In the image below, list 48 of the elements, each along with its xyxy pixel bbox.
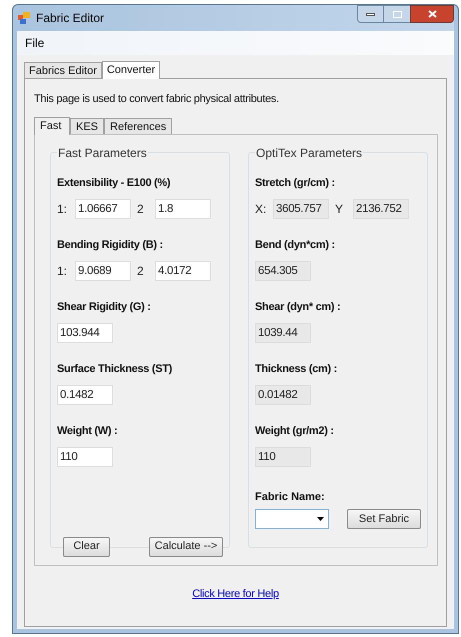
window-title: Fabric Editor [36, 10, 104, 27]
tab[interactable]: References [104, 118, 172, 134]
minimize-button[interactable] [357, 5, 384, 23]
field-label: Thickness (cm) : [255, 362, 338, 376]
help-link[interactable]: Click Here for Help [192, 586, 279, 602]
field-prefix: 1: [57, 262, 68, 280]
field-label: Weight (W) : [57, 424, 118, 438]
field-label: Shear (dyn* cm) : [255, 300, 342, 314]
field-prefix: X: [255, 200, 267, 218]
field-label: Stretch (gr/cm) : [255, 176, 336, 190]
app-icon [18, 12, 30, 24]
field-label: Surface Thickness (ST) [57, 362, 174, 376]
close-button[interactable] [410, 5, 454, 23]
value-field[interactable]: 3605.757 [273, 198, 329, 218]
value-field[interactable]: 1.8 [155, 198, 211, 218]
menu-item[interactable]: File [17, 34, 52, 52]
field-prefix: 2 [137, 262, 145, 280]
value-field[interactable]: 110 [57, 446, 113, 466]
dropdown-arrow-icon [317, 517, 324, 521]
form-button[interactable]: Clear [63, 536, 110, 556]
value-field[interactable]: 103.944 [57, 322, 113, 342]
tab[interactable]: Converter [102, 61, 160, 79]
field-label: Fabric Name: [255, 490, 326, 504]
value-field[interactable]: 4.0172 [155, 260, 211, 280]
value-field[interactable]: 2136.752 [353, 198, 409, 218]
close-icon [428, 10, 436, 18]
value-field[interactable]: 0.01482 [255, 384, 311, 404]
maximize-button[interactable] [384, 5, 410, 23]
tab[interactable]: Fast [34, 116, 70, 134]
field-label: Shear Rigidity (G) : [57, 300, 152, 314]
form-button[interactable]: Set Fabric [347, 509, 421, 529]
form-button[interactable]: Calculate --> [149, 536, 223, 556]
value-field[interactable]: 110 [255, 446, 311, 466]
field-prefix: Y [335, 200, 344, 218]
field-label: Extensibility - E100 (%) [57, 176, 172, 190]
field-label: Bend (dyn*cm) : [255, 238, 336, 252]
tab[interactable]: Fabrics Editor [24, 62, 102, 78]
field-prefix: 2 [137, 200, 145, 218]
value-field[interactable]: 1039.44 [255, 322, 311, 342]
field-label: Weight (gr/m2) : [255, 424, 335, 438]
value-field[interactable]: 1.06667 [75, 198, 131, 218]
value-field[interactable]: 9.0689 [75, 260, 131, 280]
description-text: This page is used to convert fabric physical attributes. [34, 92, 280, 107]
value-field[interactable]: 654.305 [255, 260, 311, 280]
field-label: Bending Rigidity (B) : [57, 238, 164, 252]
field-prefix: 1: [57, 200, 68, 218]
tab[interactable]: KES [70, 118, 104, 134]
value-field[interactable]: 0.1482 [57, 384, 113, 404]
